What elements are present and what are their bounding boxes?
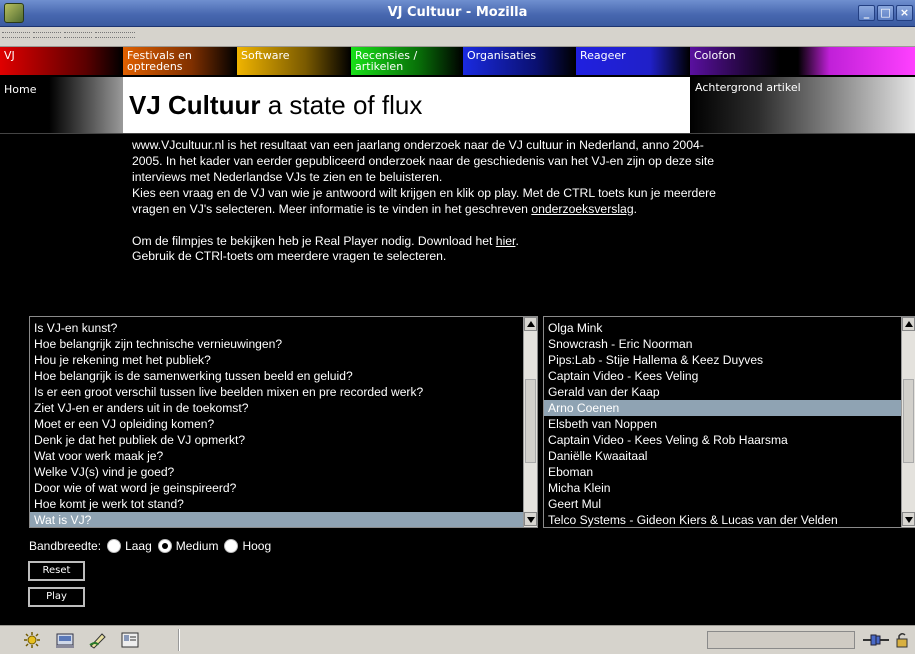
radio-medium[interactable] (157, 539, 172, 553)
minimize-button[interactable]: _ (858, 5, 875, 21)
composer-icon[interactable] (88, 631, 108, 649)
radio-medium-label: Medium (175, 539, 219, 553)
intro-p3: Om de filmpjes te bekijken heb je Real P… (132, 234, 722, 250)
play-button[interactable]: Play (28, 587, 85, 607)
intro-p1: www.VJcultuur.nl is het resultaat van ee… (132, 138, 715, 184)
address-book-icon[interactable] (120, 631, 140, 649)
bandwidth-label: Bandbreedte: (29, 539, 102, 553)
question-option[interactable]: Denk je dat het publiek de VJ opmerkt? (30, 432, 523, 448)
achtergrond-artikel-link[interactable]: Achtergrond artikel (690, 77, 915, 133)
navigator-icon[interactable] (22, 631, 42, 649)
intro-text: www.VJcultuur.nl is het resultaat van ee… (132, 138, 722, 265)
nav-festivals[interactable]: Festivals en optredens (123, 47, 237, 75)
question-option[interactable]: Wat voor werk maak je? (30, 448, 523, 464)
close-button[interactable]: × (896, 5, 913, 21)
security-lock-icon[interactable] (893, 631, 911, 649)
questions-listbox[interactable]: Is VJ-en kunst? Hoe belangrijk zijn techn… (29, 316, 538, 528)
nav-colofon[interactable]: Colofon (690, 47, 915, 75)
vj-option[interactable]: Captain Video - Kees Veling (544, 368, 901, 384)
page-title: VJ Cultuur a state of flux (129, 90, 422, 121)
intro-p3-text: Om de filmpjes te bekijken heb je Real P… (132, 233, 493, 248)
vjs-scrollbar[interactable] (901, 317, 915, 527)
collapsed-toolbars (0, 27, 915, 47)
realplayer-download-link[interactable]: hier (496, 234, 516, 248)
toolbar-grip-4[interactable] (95, 32, 135, 38)
site-header: Home VJ Cultuur a state of flux Achtergr… (0, 77, 915, 133)
nav-software[interactable]: Software (237, 47, 351, 75)
vj-option[interactable]: Eboman (544, 464, 901, 480)
question-option[interactable]: Ziet VJ-en er anders uit in de toekomst? (30, 400, 523, 416)
question-option[interactable]: Door wie of wat word je geinspireerd? (30, 480, 523, 496)
window-title: VJ Cultuur - Mozilla (387, 5, 528, 20)
nav-vj[interactable]: VJ (0, 47, 123, 75)
radio-hoog[interactable] (224, 539, 239, 553)
vj-option[interactable]: Olga Mink (544, 320, 901, 336)
radio-laag[interactable] (107, 539, 122, 553)
progress-meter (707, 631, 855, 649)
question-option[interactable]: Is VJ-en kunst? (30, 320, 523, 336)
question-option[interactable]: Hoe belangrijk is de samenwerking tussen… (30, 368, 523, 384)
intro-p2: Kies een vraag en de VJ van wie je antwo… (132, 186, 722, 218)
maximize-button[interactable]: □ (877, 5, 894, 21)
nav-reageer[interactable]: Reageer (576, 47, 690, 75)
nav-recensies[interactable]: Recensies / artikelen (351, 47, 463, 75)
vjs-listbox[interactable]: Olga Mink Snowcrash - Eric Noorman Pips:La… (543, 316, 915, 528)
vj-option[interactable]: Captain Video - Kees Veling & Rob Haarsm… (544, 432, 901, 448)
question-option[interactable]: Welke VJ(s) vind je goed? (30, 464, 523, 480)
questions-scrollbar[interactable] (523, 317, 537, 527)
online-status-icon[interactable] (862, 631, 890, 649)
question-option[interactable]: Is er een groot verschil tussen live bee… (30, 384, 523, 400)
title-rest: a state of flux (267, 90, 423, 120)
vj-option[interactable]: Micha Klein (544, 480, 901, 496)
scroll-thumb[interactable] (525, 379, 536, 463)
scroll-down-arrow-icon[interactable] (524, 512, 537, 526)
vj-option[interactable]: Telco Systems - Gideon Kiers & Lucas van… (544, 512, 901, 527)
home-link[interactable]: Home (0, 77, 123, 133)
reset-button[interactable]: Reset (28, 561, 85, 581)
window-titlebar: VJ Cultuur - Mozilla _ □ × (0, 0, 915, 27)
vj-option[interactable]: Gerald van der Kaap (544, 384, 901, 400)
toolbar-grip-1[interactable] (2, 32, 30, 38)
question-option[interactable]: Hou je rekening met het publiek? (30, 352, 523, 368)
radio-hoog-label: Hoog (242, 539, 272, 553)
nav-organisaties[interactable]: Organisaties (463, 47, 576, 75)
intro-p4: Gebruik de CTRl-toets om meerdere vragen… (132, 249, 447, 264)
vj-option[interactable]: Pips:Lab - Stije Hallema & Keez Duyves (544, 352, 901, 368)
site-nav: VJ Festivals en optredens Software Recen… (0, 47, 915, 75)
title-bold: VJ Cultuur (129, 90, 261, 120)
vj-option[interactable]: Daniëlle Kwaaitaal (544, 448, 901, 464)
mail-icon[interactable] (55, 631, 75, 649)
onderzoeksverslag-link[interactable]: onderzoeksverslag (531, 202, 633, 216)
scroll-up-arrow-icon[interactable] (524, 317, 537, 331)
toolbar-grip-2[interactable] (33, 32, 61, 38)
status-divider (178, 629, 180, 651)
question-option[interactable]: Hoe belangrijk zijn technische vernieuwi… (30, 336, 523, 352)
intro-p3-end: . (515, 233, 519, 248)
scroll-down-arrow-icon[interactable] (902, 512, 915, 526)
intro-p2-end: . (633, 201, 637, 216)
radio-laag-label: Laag (125, 539, 152, 553)
vj-option[interactable]: Snowcrash - Eric Noorman (544, 336, 901, 352)
vj-option[interactable]: Elsbeth van Noppen (544, 416, 901, 432)
vj-option[interactable]: Geert Mul (544, 496, 901, 512)
scroll-thumb[interactable] (903, 379, 914, 463)
status-bar (0, 625, 915, 654)
vj-option[interactable]: Arno Coenen (544, 400, 901, 416)
question-option[interactable]: Hoe komt je werk tot stand? (30, 496, 523, 512)
question-option[interactable]: Moet er een VJ opleiding komen? (30, 416, 523, 432)
toolbar-grip-3[interactable] (64, 32, 92, 38)
scroll-up-arrow-icon[interactable] (902, 317, 915, 331)
bandwidth-group: Bandbreedte: Laag Medium Hoog (29, 539, 271, 553)
header-divider (0, 133, 915, 134)
site-banner: VJ Cultuur a state of flux (123, 77, 690, 133)
question-option[interactable]: Wat is VJ? (30, 512, 523, 527)
